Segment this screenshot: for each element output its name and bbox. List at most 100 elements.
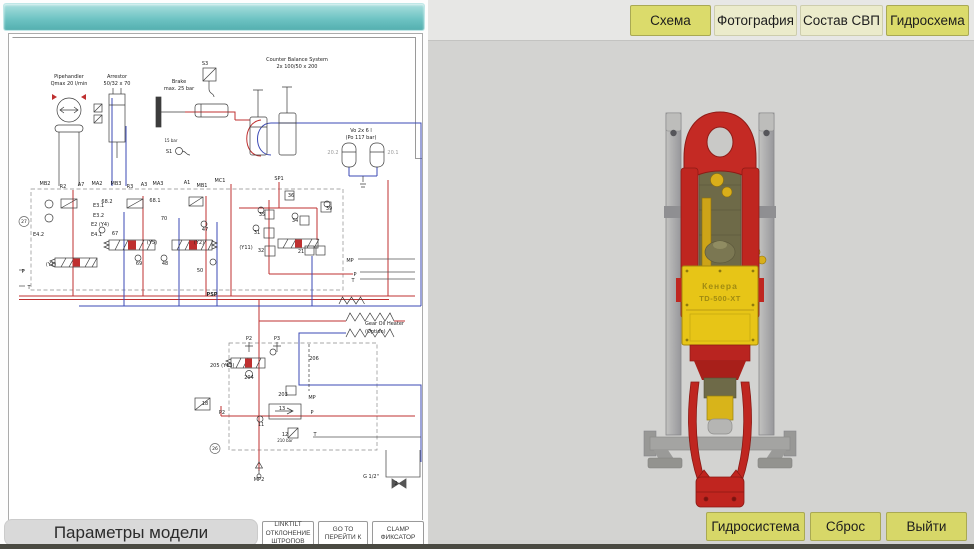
tab-hydroschema[interactable]: Гидросхема [886, 5, 969, 36]
schematic-label: 48 [162, 261, 168, 267]
schematic-label: 36 [288, 193, 294, 199]
schematic-label: 205 (Y13) [210, 363, 235, 369]
schematic-label: 68.2 [101, 199, 112, 205]
tab-photo[interactable]: Фотография [714, 5, 797, 36]
schematic-label: 35 [259, 212, 265, 218]
schematic-label: 50/32 x 70 [104, 81, 131, 87]
schematic-label: Counter Balance System [266, 57, 328, 63]
hydraulic-schematic-drawing: PipehandlerQmax 20 l/min Arrestor50/32 x … [9, 34, 422, 520]
schematic-label: P [21, 269, 24, 275]
schematic-label: 26 [212, 446, 218, 452]
schematic-label: 47 [202, 227, 208, 233]
schematic-labels: PipehandlerQmax 20 l/min Arrestor50/32 x … [21, 57, 405, 487]
base-frame [644, 431, 796, 468]
schematic-label: Arrestor [107, 74, 128, 80]
schematic-label: 31 [254, 230, 260, 236]
schematic-label: 68.1 [149, 198, 160, 204]
schematic-label: 39 [326, 206, 332, 212]
schematic-label: MB2 [40, 181, 51, 187]
schematic-label: (Y5) [147, 240, 157, 246]
schematic-label: T [350, 278, 355, 284]
title-bar [3, 3, 425, 31]
red-solenoid-fills [52, 94, 302, 368]
schematic-label: 32 [258, 248, 264, 254]
schematic-label: A3 [141, 182, 148, 188]
schematic-label: (Option) [365, 329, 386, 335]
schematic-label: 50 [197, 268, 203, 274]
schematic-label: E4.1 [91, 232, 102, 238]
clamp-line2: ФИКСАТОР [373, 534, 423, 542]
schematic-label: 204 [244, 375, 254, 381]
schematic-label: S1 [166, 149, 172, 155]
schematic-label: MP [346, 258, 353, 264]
schematic-label: 18 [202, 401, 208, 407]
schematic-label: Pipehandler [54, 74, 85, 80]
schematic-label: 20.2 [327, 150, 338, 156]
gearbox-housing: Кенера TD-500-XT [676, 266, 764, 345]
schematic-label: E3.2 [93, 213, 104, 219]
schematic-label: 2 [394, 481, 397, 487]
schematic-label: 206 [309, 356, 319, 362]
elevator [696, 470, 744, 507]
model-code-label: TD-500-XT [699, 294, 741, 303]
schematic-label: SP1 [274, 176, 283, 182]
schematic-label: Brake [172, 79, 186, 85]
schematic-label: R3 [127, 184, 134, 190]
model-params-button[interactable]: Параметры модели [4, 519, 258, 546]
schematic-label: 27 [21, 219, 27, 225]
schematic-label: MC1 [215, 178, 226, 184]
schematic-label: max. 25 bar [164, 86, 195, 92]
schematic-label: 203 [278, 392, 288, 398]
schematic-label: MA2 [92, 181, 103, 187]
schematic-label: S3 [202, 61, 208, 67]
hydrosystem-button[interactable]: Гидросистема [706, 512, 805, 541]
view-mode-buttons: Схема Фотография Состав СВП Гидросхема [630, 5, 969, 36]
schematic-label: 21 [298, 249, 304, 255]
tab-schema[interactable]: Схема [630, 5, 711, 36]
schematic-label: 13 [279, 406, 285, 412]
schematic-label: MB3 [111, 181, 122, 187]
exit-button[interactable]: Выйти [886, 512, 967, 541]
lower-assembly [690, 345, 750, 434]
action-buttons: Гидросистема Сброс Выйти [706, 512, 967, 541]
schematic-label: R2 [60, 184, 67, 190]
goto-line1: GO TO [319, 526, 367, 534]
schematic-label: Qmax 20 l/min [51, 81, 88, 87]
schematic-label: 69 [136, 261, 142, 267]
reset-button[interactable]: Сброс [810, 512, 881, 541]
schematic-label: P [310, 410, 313, 416]
schematic-label: PSP [207, 292, 218, 298]
schematic-label: MA3 [153, 181, 164, 187]
model-view-panel: Кенера TD-500-XT Схема Фотография Состав… [428, 0, 974, 549]
schematic-label: 15 bar [165, 138, 178, 143]
schematic-label: Vo 2x 6 l [350, 128, 372, 134]
schematic-label: Gear Oil Heater [365, 321, 405, 327]
goto-line2: ПЕРЕЙТИ К [319, 534, 367, 542]
schematic-label: A1 [184, 180, 191, 186]
schematic-label: 70 [161, 216, 167, 222]
schematic-label: (Po 117 bar) [346, 135, 377, 141]
schematic-label: MP2 [254, 477, 265, 483]
schematic-label: E4.2 [33, 232, 44, 238]
schematic-label: 210 bar [277, 438, 293, 443]
schematic-label: P2 [246, 336, 252, 342]
schematic-label: MB1 [197, 183, 208, 189]
schematic-label: P2 [219, 410, 225, 416]
bottom-edge-strip [0, 544, 974, 549]
schematic-label: 34 [292, 218, 298, 224]
schematic-label: 2x 100/50 x 200 [276, 64, 317, 70]
schematic-label: (Y11) [239, 245, 252, 251]
top-drive-3d-model[interactable]: Кенера TD-500-XT [428, 0, 974, 549]
service-lines [19, 259, 421, 488]
schematic-label: E2 (Y4) [91, 222, 109, 228]
linktilt-line1: LINKTILT [263, 521, 313, 529]
schematic-label: 20.1 [387, 150, 398, 156]
schematic-label: (Y1) [46, 262, 56, 268]
schematic-label: P3 [274, 336, 280, 342]
tab-svp-contents[interactable]: Состав СВП [800, 5, 883, 36]
schematic-label: (Y2) [194, 240, 204, 246]
schematic-label: A7 [78, 182, 85, 188]
model-brand-label: Кенера [702, 281, 738, 291]
schematic-panel: PipehandlerQmax 20 l/min Arrestor50/32 x … [0, 0, 428, 549]
hydraulic-schematic: PipehandlerQmax 20 l/min Arrestor50/32 x … [8, 33, 423, 520]
